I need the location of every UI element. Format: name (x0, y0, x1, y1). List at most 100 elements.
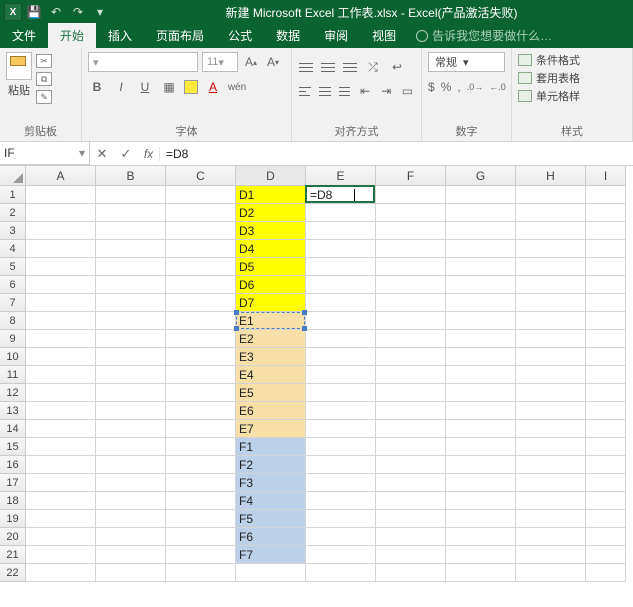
row-header-17[interactable]: 17 (0, 474, 26, 492)
undo-icon[interactable]: ↶ (46, 2, 66, 22)
cell-H8[interactable] (516, 312, 586, 330)
border-icon[interactable]: ▦ (160, 78, 178, 96)
cell-A11[interactable] (26, 366, 96, 384)
cell-B6[interactable] (96, 276, 166, 294)
cell-F12[interactable] (376, 384, 446, 402)
cell-A2[interactable] (26, 204, 96, 222)
tab-home[interactable]: 开始 (48, 23, 96, 48)
cell-C16[interactable] (166, 456, 236, 474)
cell-A22[interactable] (26, 564, 96, 582)
cell-C15[interactable] (166, 438, 236, 456)
cell-D19[interactable]: F5 (236, 510, 306, 528)
cell-F4[interactable] (376, 240, 446, 258)
indent-dec-icon[interactable]: ⇤ (357, 82, 372, 100)
cell-H17[interactable] (516, 474, 586, 492)
formula-input[interactable]: =D8 (160, 142, 633, 165)
cell-C7[interactable] (166, 294, 236, 312)
cell-G9[interactable] (446, 330, 516, 348)
col-header-G[interactable]: G (446, 166, 516, 186)
cell-C22[interactable] (166, 564, 236, 582)
qat-more-icon[interactable]: ▾ (90, 2, 110, 22)
row-header-11[interactable]: 11 (0, 366, 26, 384)
row-header-16[interactable]: 16 (0, 456, 26, 474)
cell-B18[interactable] (96, 492, 166, 510)
cell-I12[interactable] (586, 384, 626, 402)
cell-A1[interactable] (26, 186, 96, 204)
cell-G18[interactable] (446, 492, 516, 510)
app-icon[interactable]: X (4, 3, 22, 21)
cell-D18[interactable]: F4 (236, 492, 306, 510)
cond-format-button[interactable]: 条件格式 (518, 52, 626, 68)
cell-H21[interactable] (516, 546, 586, 564)
cell-G1[interactable] (446, 186, 516, 204)
fx-icon[interactable]: fx (138, 147, 160, 161)
cell-D6[interactable]: D6 (236, 276, 306, 294)
cell-E9[interactable] (306, 330, 376, 348)
cell-C8[interactable] (166, 312, 236, 330)
row-header-18[interactable]: 18 (0, 492, 26, 510)
cell-B4[interactable] (96, 240, 166, 258)
cell-G3[interactable] (446, 222, 516, 240)
cell-G19[interactable] (446, 510, 516, 528)
format-painter-icon[interactable]: ✎ (36, 90, 52, 104)
cell-C21[interactable] (166, 546, 236, 564)
cell-G16[interactable] (446, 456, 516, 474)
cell-H2[interactable] (516, 204, 586, 222)
cell-D5[interactable]: D5 (236, 258, 306, 276)
tab-layout[interactable]: 页面布局 (144, 23, 216, 48)
cell-F5[interactable] (376, 258, 446, 276)
cell-D8[interactable]: E1 (236, 312, 306, 330)
cell-C5[interactable] (166, 258, 236, 276)
align-top-icon[interactable] (298, 60, 314, 74)
cell-C3[interactable] (166, 222, 236, 240)
cell-D10[interactable]: E3 (236, 348, 306, 366)
cell-B11[interactable] (96, 366, 166, 384)
cell-E21[interactable] (306, 546, 376, 564)
row-header-13[interactable]: 13 (0, 402, 26, 420)
cell-G14[interactable] (446, 420, 516, 438)
increase-font-icon[interactable]: A▴ (242, 53, 260, 71)
cell-C10[interactable] (166, 348, 236, 366)
cell-G6[interactable] (446, 276, 516, 294)
cell-G7[interactable] (446, 294, 516, 312)
row-header-12[interactable]: 12 (0, 384, 26, 402)
cell-F19[interactable] (376, 510, 446, 528)
cell-E14[interactable] (306, 420, 376, 438)
cell-D16[interactable]: F2 (236, 456, 306, 474)
cell-A4[interactable] (26, 240, 96, 258)
cell-H20[interactable] (516, 528, 586, 546)
enter-icon[interactable]: ✓ (114, 146, 138, 162)
col-header-I[interactable]: I (586, 166, 626, 186)
tab-file[interactable]: 文件 (0, 23, 48, 48)
cell-E7[interactable] (306, 294, 376, 312)
cell-D13[interactable]: E6 (236, 402, 306, 420)
tab-view[interactable]: 视图 (360, 23, 408, 48)
select-all-corner[interactable] (0, 166, 26, 186)
cell-H1[interactable] (516, 186, 586, 204)
cell-A9[interactable] (26, 330, 96, 348)
cell-A17[interactable] (26, 474, 96, 492)
cell-E6[interactable] (306, 276, 376, 294)
row-header-14[interactable]: 14 (0, 420, 26, 438)
cell-E12[interactable] (306, 384, 376, 402)
cell-E15[interactable] (306, 438, 376, 456)
cell-H14[interactable] (516, 420, 586, 438)
cell-C19[interactable] (166, 510, 236, 528)
cell-D20[interactable]: F6 (236, 528, 306, 546)
cell-B10[interactable] (96, 348, 166, 366)
cell-F8[interactable] (376, 312, 446, 330)
cell-B16[interactable] (96, 456, 166, 474)
align-right-icon[interactable] (338, 84, 352, 98)
row-header-15[interactable]: 15 (0, 438, 26, 456)
accounting-icon[interactable]: $ (428, 78, 435, 96)
cell-H16[interactable] (516, 456, 586, 474)
align-middle-icon[interactable] (320, 60, 336, 74)
cell-A3[interactable] (26, 222, 96, 240)
cell-H3[interactable] (516, 222, 586, 240)
cell-G11[interactable] (446, 366, 516, 384)
cell-D1[interactable]: D1 (236, 186, 306, 204)
name-box[interactable]: IF▾ (0, 142, 90, 165)
cell-F2[interactable] (376, 204, 446, 222)
cell-C13[interactable] (166, 402, 236, 420)
cell-E20[interactable] (306, 528, 376, 546)
